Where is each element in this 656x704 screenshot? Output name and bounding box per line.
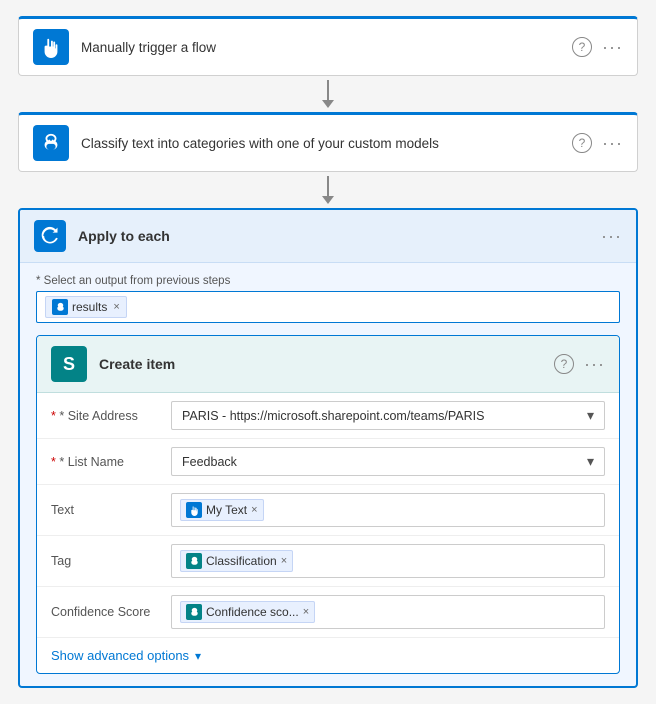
show-advanced-chevron-icon: ▾ [195,649,201,663]
apply-each-body: * Select an output from previous steps r… [20,263,636,686]
show-advanced-button[interactable]: Show advanced options ▾ [37,638,619,673]
text-label: Text [51,503,171,517]
results-token-label: results [72,300,107,314]
list-name-text: Feedback [182,455,237,469]
confidence-label: Confidence Score [51,605,171,619]
list-name-row: * * List Name Feedback ▾ [37,439,619,485]
trigger-actions: ? ··· [572,37,623,58]
site-address-row: * * Site Address PARIS - https://microso… [37,393,619,439]
tag-value: Classification × [171,544,605,578]
create-item-body: * * Site Address PARIS - https://microso… [37,393,619,673]
select-output-label: * Select an output from previous steps [36,275,620,287]
my-text-token-label: My Text [206,503,247,517]
tag-token-field[interactable]: Classification × [171,544,605,578]
classification-token-icon [186,553,202,569]
my-text-token-svg [189,505,200,516]
site-address-label: * * Site Address [51,409,171,423]
confidence-score-token-svg [189,607,200,618]
tag-label: Tag [51,554,171,568]
confidence-score-token-close[interactable]: × [303,606,309,618]
trigger-step: Manually trigger a flow ? ··· [18,16,638,76]
confidence-value: Confidence sco... × [171,595,605,629]
create-item-icon: S [51,346,87,382]
classify-step: Classify text into categories with one o… [18,112,638,172]
apply-each-header: Apply to each ··· [20,210,636,263]
classify-svg-icon [40,132,62,154]
classification-token-svg [189,556,200,567]
classification-token: Classification × [180,550,293,572]
results-token-svg [55,302,66,313]
site-address-dropdown[interactable]: PARIS - https://microsoft.sharepoint.com… [171,401,605,430]
apply-each-more-icon[interactable]: ··· [601,226,622,247]
apply-each-icon [34,220,66,252]
create-item-help-icon[interactable]: ? [554,354,574,374]
confidence-score-token-icon [186,604,202,620]
results-token-close[interactable]: × [113,301,119,313]
site-address-value: PARIS - https://microsoft.sharepoint.com… [171,401,605,430]
confidence-score-token-label: Confidence sco... [206,605,299,619]
classify-title: Classify text into categories with one o… [81,136,572,151]
my-text-token: My Text × [180,499,264,521]
create-item-more-icon[interactable]: ··· [584,354,605,375]
show-advanced-label: Show advanced options [51,648,189,663]
select-output-section: * Select an output from previous steps r… [36,275,620,323]
trigger-title: Manually trigger a flow [81,40,572,55]
create-item-header: S Create item ? ··· [37,336,619,393]
arrow-line-2 [327,176,329,196]
arrow-head-2 [322,196,334,204]
select-output-input[interactable]: results × [36,291,620,323]
arrow-head-1 [322,100,334,108]
classify-icon [33,125,69,161]
flow-canvas: Manually trigger a flow ? ··· Classify t… [16,16,640,688]
results-token: results × [45,296,127,318]
my-text-token-icon [186,502,202,518]
trigger-help-icon[interactable]: ? [572,37,592,57]
trigger-svg-icon [40,36,62,58]
classify-actions: ? ··· [572,133,623,154]
site-address-arrow-icon: ▾ [587,407,594,424]
apply-each-container: Apply to each ··· * Select an output fro… [18,208,638,688]
list-name-dropdown[interactable]: Feedback ▾ [171,447,605,476]
confidence-token-field[interactable]: Confidence sco... × [171,595,605,629]
text-value: My Text × [171,493,605,527]
classification-token-close[interactable]: × [281,555,287,567]
trigger-icon [33,29,69,65]
text-row: Text My Text [37,485,619,536]
list-name-label: * * List Name [51,455,171,469]
list-name-arrow-icon: ▾ [587,453,594,470]
classification-token-label: Classification [206,554,277,568]
tag-row: Tag Classification [37,536,619,587]
confidence-row: Confidence Score Confidence sco... [37,587,619,638]
classify-help-icon[interactable]: ? [572,133,592,153]
create-item-card: S Create item ? ··· * * Site Address [36,335,620,674]
results-token-icon [52,299,68,315]
classify-more-icon[interactable]: ··· [602,133,623,154]
site-address-text: PARIS - https://microsoft.sharepoint.com… [182,409,484,423]
apply-each-title: Apply to each [78,228,601,244]
trigger-more-icon[interactable]: ··· [602,37,623,58]
text-token-field[interactable]: My Text × [171,493,605,527]
list-name-value: Feedback ▾ [171,447,605,476]
arrow-line-1 [327,80,329,100]
create-item-title: Create item [99,356,554,372]
create-item-actions: ? ··· [554,354,605,375]
arrow-1 [322,76,334,112]
arrow-2 [322,172,334,208]
my-text-token-close[interactable]: × [251,504,257,516]
apply-each-svg-icon [40,226,60,246]
